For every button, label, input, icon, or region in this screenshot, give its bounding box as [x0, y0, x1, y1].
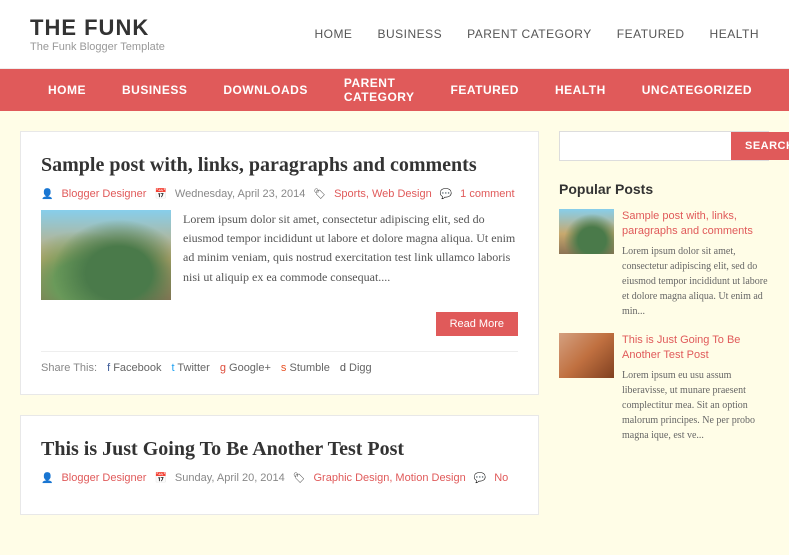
- googleplus-icon: g: [220, 362, 226, 374]
- post-card-2: This is Just Going To Be Another Test Po…: [20, 415, 539, 515]
- post-excerpt-1: Lorem ipsum dolor sit amet, consectetur …: [183, 210, 518, 300]
- post-categories-2[interactable]: Graphic Design, Motion Design: [314, 472, 466, 484]
- cat-nav-item-home[interactable]: HOME: [30, 69, 104, 111]
- post-body-1: Lorem ipsum dolor sit amet, consectetur …: [41, 210, 518, 300]
- post-comments-2[interactable]: No: [494, 472, 508, 484]
- site-subtitle: The Funk Blogger Template: [30, 41, 165, 53]
- date-icon: 📅: [154, 189, 166, 200]
- search-input[interactable]: [560, 132, 731, 160]
- post-title-2[interactable]: This is Just Going To Be Another Test Po…: [41, 436, 518, 462]
- post-date-2: Sunday, April 20, 2014: [175, 472, 285, 484]
- cat-nav-item-downloads[interactable]: DOWNLOADS: [205, 69, 326, 111]
- comment-icon: 💬: [440, 189, 452, 200]
- post-meta-1: 👤 Blogger Designer 📅 Wednesday, April 23…: [41, 188, 518, 200]
- post-author-1[interactable]: Blogger Designer: [61, 188, 146, 200]
- date-icon-2: 📅: [154, 473, 166, 484]
- popular-posts-title: Popular Posts: [559, 181, 769, 197]
- top-nav-item-health[interactable]: HEALTH: [710, 27, 759, 41]
- search-button[interactable]: SEARCH: [731, 132, 789, 160]
- popular-post-content-1: Sample post with, links, paragraphs and …: [622, 209, 769, 319]
- post-author-2[interactable]: Blogger Designer: [61, 472, 146, 484]
- popular-post-excerpt-1: Lorem ipsum dolor sit amet, consectetur …: [622, 244, 769, 319]
- share-facebook[interactable]: f Facebook: [107, 362, 161, 374]
- category-icon: 🏷: [313, 189, 326, 200]
- share-digg[interactable]: d Digg: [340, 362, 372, 374]
- popular-post-title-2[interactable]: This is Just Going To Be Another Test Po…: [622, 333, 769, 364]
- popular-post-thumb-2: [559, 333, 614, 378]
- author-icon: 👤: [41, 189, 53, 200]
- top-nav-item-parent-category[interactable]: PARENT CATEGORY: [467, 27, 592, 41]
- top-nav-item-featured[interactable]: FEATURED: [617, 27, 685, 41]
- sidebar: SEARCH Popular Posts Sample post with, l…: [559, 131, 769, 535]
- read-more-button-1[interactable]: Read More: [436, 312, 518, 336]
- cat-nav-item-featured[interactable]: FEATURED: [433, 69, 537, 111]
- cat-nav-item-business[interactable]: BUSINESS: [104, 69, 205, 111]
- site-header: THE FUNK The Funk Blogger Template HOME B…: [0, 0, 789, 69]
- stumble-icon: s: [281, 362, 287, 374]
- content-area: Sample post with, links, paragraphs and …: [20, 131, 539, 535]
- top-nav-item-home[interactable]: HOME: [314, 27, 352, 41]
- popular-post-excerpt-2: Lorem ipsum eu usu assum liberavisse, ut…: [622, 368, 769, 443]
- post-title-1[interactable]: Sample post with, links, paragraphs and …: [41, 152, 518, 178]
- site-title[interactable]: THE FUNK: [30, 15, 165, 41]
- post-date-1: Wednesday, April 23, 2014: [175, 188, 305, 200]
- popular-post-content-2: This is Just Going To Be Another Test Po…: [622, 333, 769, 443]
- popular-post-title-1[interactable]: Sample post with, links, paragraphs and …: [622, 209, 769, 240]
- category-bar: HOMEBUSINESSDOWNLOADSPARENT CATEGORYFEAT…: [0, 69, 789, 111]
- post-categories-1[interactable]: Sports, Web Design: [334, 188, 432, 200]
- top-nav-item-business[interactable]: BUSINESS: [377, 27, 442, 41]
- popular-post-item-1: Sample post with, links, paragraphs and …: [559, 209, 769, 319]
- comment-icon-2: 💬: [474, 473, 486, 484]
- post-image-1: [41, 210, 171, 300]
- share-twitter[interactable]: t Twitter: [172, 362, 210, 374]
- cat-nav-item-parent-category[interactable]: PARENT CATEGORY: [326, 69, 433, 111]
- top-navigation: HOME BUSINESS PARENT CATEGORY FEATURED HEALT…: [314, 27, 759, 41]
- main-wrapper: Sample post with, links, paragraphs and …: [0, 111, 789, 555]
- author-icon-2: 👤: [41, 473, 53, 484]
- cat-nav-item-uncategorized[interactable]: UNCATEGORIZED: [624, 69, 770, 111]
- site-title-area: THE FUNK The Funk Blogger Template: [30, 15, 165, 53]
- popular-post-thumb-1: [559, 209, 614, 254]
- category-icon-2: 🏷: [293, 473, 306, 484]
- post-meta-2: 👤 Blogger Designer 📅 Sunday, April 20, 2…: [41, 472, 518, 484]
- search-box: SEARCH: [559, 131, 769, 161]
- share-stumble[interactable]: s Stumble: [281, 362, 330, 374]
- post-card-1: Sample post with, links, paragraphs and …: [20, 131, 539, 395]
- post-comments-1[interactable]: 1 comment: [460, 188, 514, 200]
- read-more-area: Read More: [41, 312, 518, 341]
- share-bar-1: Share This: f Facebook t Twitter g Googl…: [41, 351, 518, 374]
- cat-nav-item-health[interactable]: HEALTH: [537, 69, 624, 111]
- share-googleplus[interactable]: g Google+: [220, 362, 271, 374]
- facebook-icon: f: [107, 362, 110, 374]
- popular-post-item-2: This is Just Going To Be Another Test Po…: [559, 333, 769, 443]
- digg-icon: d: [340, 362, 346, 374]
- twitter-icon: t: [172, 362, 175, 374]
- share-label: Share This:: [41, 362, 97, 374]
